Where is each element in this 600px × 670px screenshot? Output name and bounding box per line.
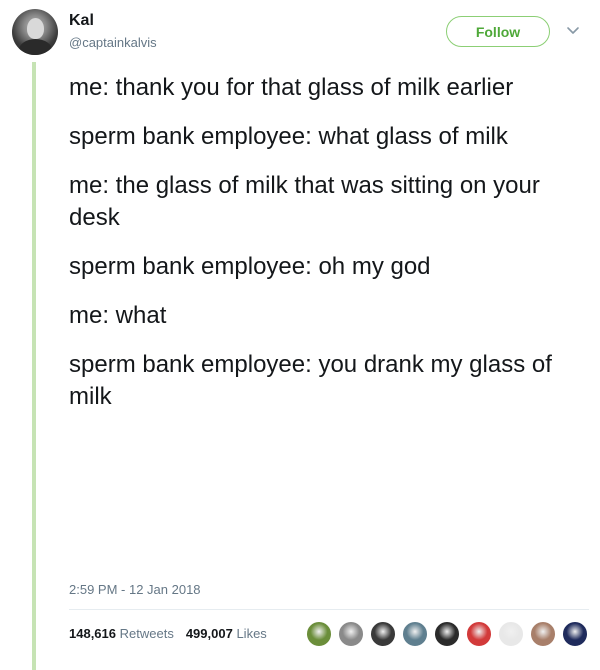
liker-avatar-7[interactable] xyxy=(498,621,524,647)
divider xyxy=(69,609,589,610)
retweets-stat[interactable]: 148,616 Retweets xyxy=(69,626,174,641)
liker-avatar-6[interactable] xyxy=(466,621,492,647)
author-handle[interactable]: @captainkalvis xyxy=(69,35,157,50)
retweets-count: 148,616 xyxy=(69,626,116,641)
tweet-text: me: thank you for that glass of milk ear… xyxy=(69,72,584,430)
liker-avatar-9[interactable] xyxy=(562,621,588,647)
tweet-line: me: the glass of milk that was sitting o… xyxy=(69,172,540,231)
tweet-line: sperm bank employee: oh my god xyxy=(69,253,431,280)
follow-button[interactable]: Follow xyxy=(446,16,550,47)
tweet-line: sperm bank employee: what glass of milk xyxy=(69,123,508,150)
retweets-label: Retweets xyxy=(119,626,174,641)
chevron-down-icon[interactable] xyxy=(566,26,580,36)
tweet-line: me: thank you for that glass of milk ear… xyxy=(69,74,514,101)
tweet-line: sperm bank employee: you drank my glass … xyxy=(69,351,552,410)
liker-avatar-5[interactable] xyxy=(434,621,460,647)
tweet-stats: 148,616 Retweets 499,007 Likes xyxy=(69,626,267,641)
liker-avatar-4[interactable] xyxy=(402,621,428,647)
avatar[interactable] xyxy=(12,9,58,55)
liker-avatar-3[interactable] xyxy=(370,621,396,647)
likes-label: Likes xyxy=(236,626,267,641)
likers-avatars xyxy=(306,621,594,647)
likes-stat[interactable]: 499,007 Likes xyxy=(186,626,267,641)
liker-avatar-2[interactable] xyxy=(338,621,364,647)
liker-avatar-1[interactable] xyxy=(306,621,332,647)
thread-line xyxy=(32,62,36,670)
tweet-timestamp[interactable]: 2:59 PM - 12 Jan 2018 xyxy=(69,582,201,597)
likes-count: 499,007 xyxy=(185,626,233,641)
liker-avatar-8[interactable] xyxy=(530,621,556,647)
tweet-line: me: what xyxy=(69,302,167,329)
author-name[interactable]: Kal xyxy=(69,12,94,30)
